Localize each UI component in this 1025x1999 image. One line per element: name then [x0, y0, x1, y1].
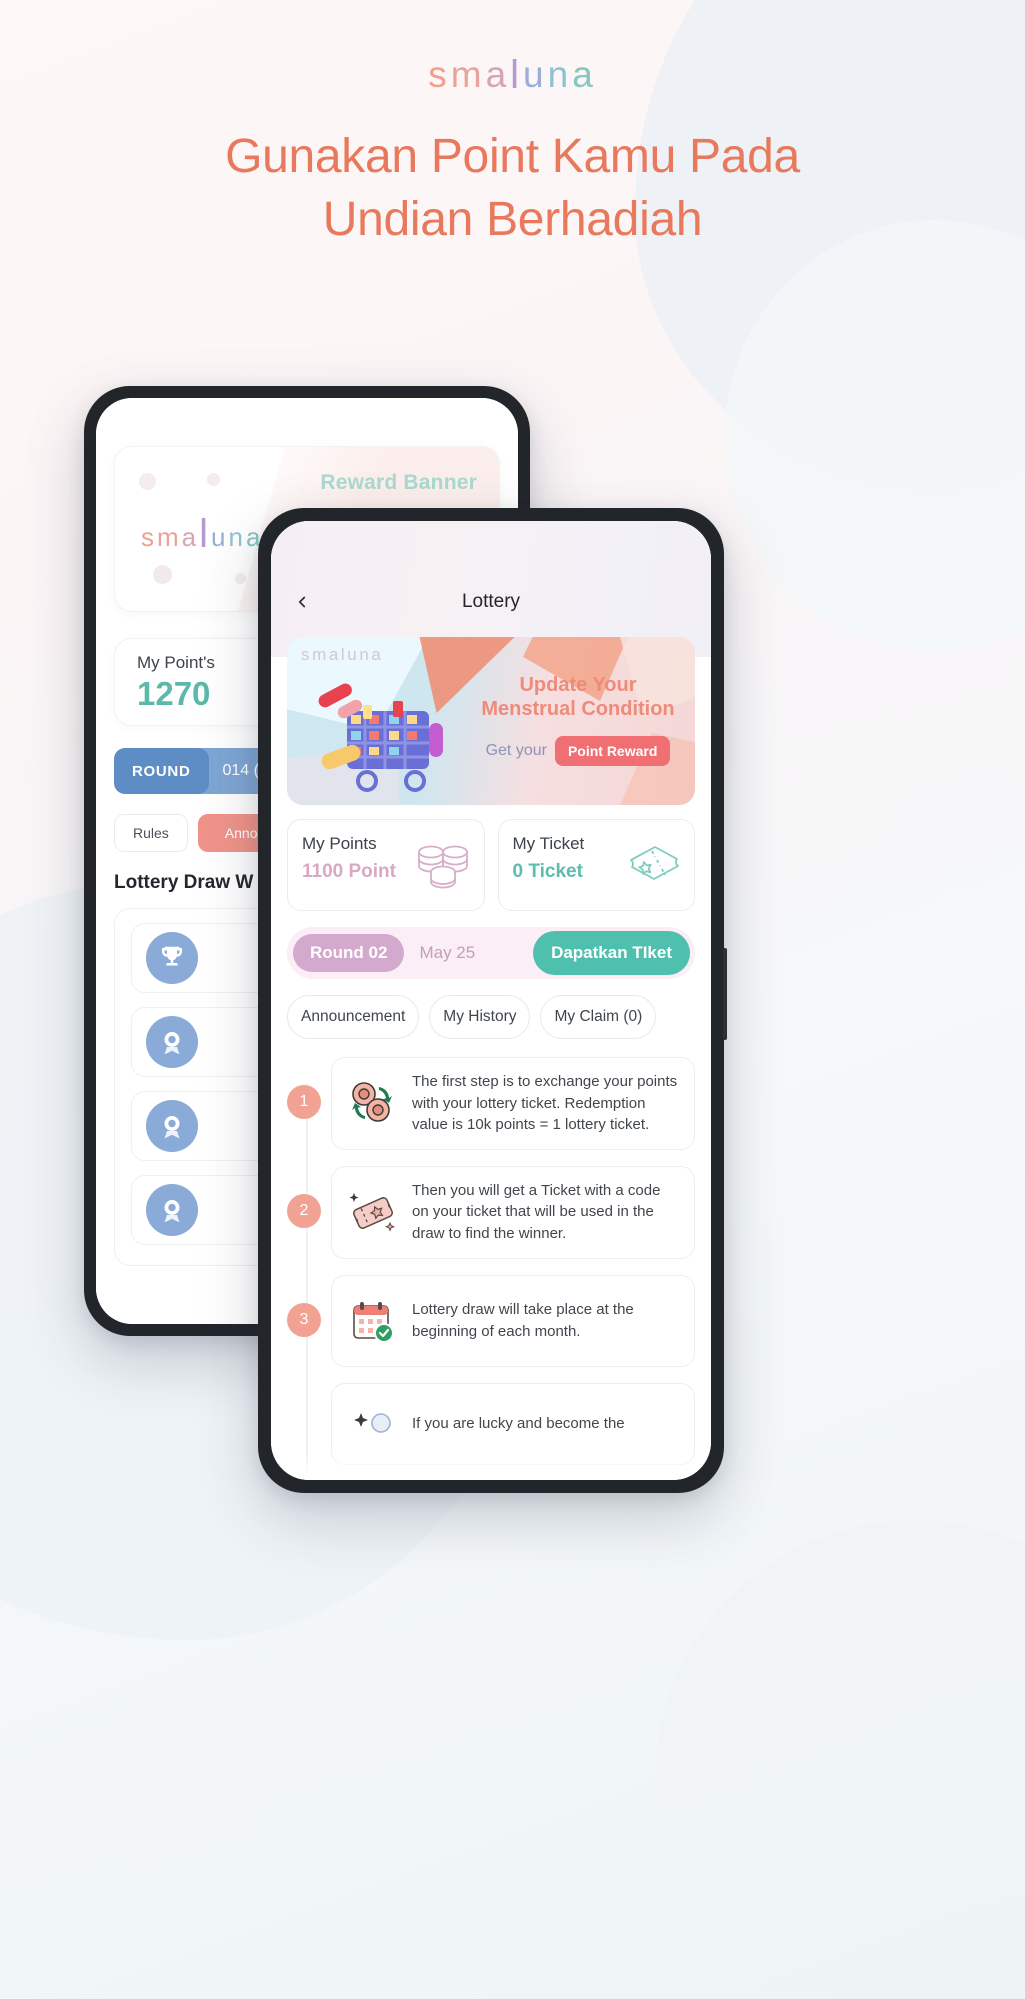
- step-text: Lottery draw will take place at the begi…: [412, 1300, 634, 1340]
- back-banner-logo: smaluna: [141, 512, 264, 556]
- my-ticket-card[interactable]: My Ticket 0 Ticket: [497, 819, 695, 911]
- ticket-icon: [624, 840, 682, 895]
- tab-list: Announcement My History My Claim (0): [287, 995, 695, 1039]
- headline-line-1: Gunakan Point Kamu Pada: [225, 130, 800, 183]
- coins-icon: [414, 840, 472, 899]
- back-round-tag: ROUND: [114, 748, 209, 794]
- stats-row: My Points 1100 Point My Ticket 0 Ticket: [287, 819, 695, 911]
- tab-my-claim[interactable]: My Claim (0): [540, 995, 657, 1039]
- step-number: 1: [287, 1085, 321, 1119]
- point-reward-button[interactable]: Point Reward: [554, 735, 671, 766]
- banner-dot-d: [235, 573, 246, 584]
- front-nav-bar: Lottery: [271, 579, 711, 625]
- exchange-coins-icon: [346, 1076, 400, 1130]
- logo-letter-u: u: [523, 54, 548, 95]
- brand-logo: smaluna: [0, 52, 1025, 97]
- side-button[interactable]: [723, 948, 727, 1040]
- page-title: Lottery: [461, 591, 521, 612]
- trophy-icon: [146, 932, 198, 984]
- front-phone-screen: Lottery smaluna Update Your Menstrual Co…: [271, 521, 711, 1480]
- logo-letter-a2: a: [572, 54, 597, 95]
- list-item[interactable]: 2 Then you will get a Ticket with a code…: [287, 1165, 695, 1259]
- tab-my-history[interactable]: My History: [429, 995, 531, 1039]
- page-headline: Gunakan Point Kamu Pada Undian Berhadiah: [0, 125, 1025, 252]
- medal-icon: [146, 1100, 198, 1152]
- promo-line-2: Menstrual Condition: [481, 698, 675, 721]
- step-number: 3: [287, 1302, 321, 1337]
- promo-logo: smaluna: [301, 645, 384, 664]
- calendar-check-icon: [346, 1294, 400, 1348]
- get-ticket-button[interactable]: Dapatkan TIket: [533, 931, 690, 975]
- step-text: The first step is to exchange your point…: [412, 1073, 678, 1134]
- logo-letter-n: n: [547, 54, 573, 95]
- logo-letter-l: l: [510, 53, 524, 97]
- list-item[interactable]: 1 The first step is to exchange your poi…: [287, 1057, 695, 1150]
- medal-icon: [146, 1184, 198, 1236]
- step-text: Then you will get a Ticket with a code o…: [412, 1181, 661, 1242]
- shopping-cart-icon: [307, 675, 457, 795]
- logo-letter-s: s: [428, 54, 451, 95]
- round-row: Round 02 May 25 Dapatkan TIket: [287, 927, 695, 979]
- promo-line-1: Update Your: [519, 674, 637, 696]
- round-date: May 25: [419, 943, 476, 962]
- banner-dot-a: [139, 473, 156, 490]
- banner-dot-c: [153, 565, 172, 584]
- front-content: smaluna Update Your Menstrual Condition …: [271, 637, 711, 1475]
- promo-sub-label: Get your: [485, 741, 547, 759]
- banner-dot-b: [207, 473, 220, 486]
- medal-icon: [146, 1016, 198, 1068]
- background-blob-bottom-right: [655, 1520, 1025, 1999]
- promo-banner[interactable]: smaluna Update Your Menstrual Condition …: [287, 637, 695, 805]
- headline-line-2: Undian Berhadiah: [322, 193, 703, 247]
- logo-letter-a1: a: [485, 54, 511, 95]
- promo-text: Update Your Menstrual Condition Get your…: [473, 673, 683, 766]
- logo-letter-m: m: [450, 54, 486, 95]
- my-points-card[interactable]: My Points 1100 Point: [287, 819, 485, 911]
- steps-connector: [306, 1083, 308, 1475]
- list-item[interactable]: 3 Lottery draw will take place at the be…: [287, 1274, 695, 1367]
- steps-list: 1 The first step is to exchange your poi…: [287, 1057, 695, 1475]
- page-root: smaluna Gunakan Point Kamu Pada Undian B…: [0, 0, 1025, 1999]
- tab-announcement[interactable]: Announcement: [287, 995, 420, 1039]
- prize-icon: [346, 1397, 400, 1451]
- back-tab-rules[interactable]: Rules: [114, 814, 188, 852]
- phone-mockup-front: Lottery smaluna Update Your Menstrual Co…: [258, 508, 727, 1493]
- ticket-sparkle-icon: [346, 1185, 400, 1239]
- list-item[interactable]: 4 If you are lucky and become the: [331, 1382, 695, 1465]
- back-reward-banner-title: Reward Banner: [320, 471, 477, 494]
- round-badge: Round 02: [293, 934, 405, 972]
- step-text: If you are lucky and become the: [412, 1414, 625, 1432]
- step-number: 2: [287, 1193, 321, 1228]
